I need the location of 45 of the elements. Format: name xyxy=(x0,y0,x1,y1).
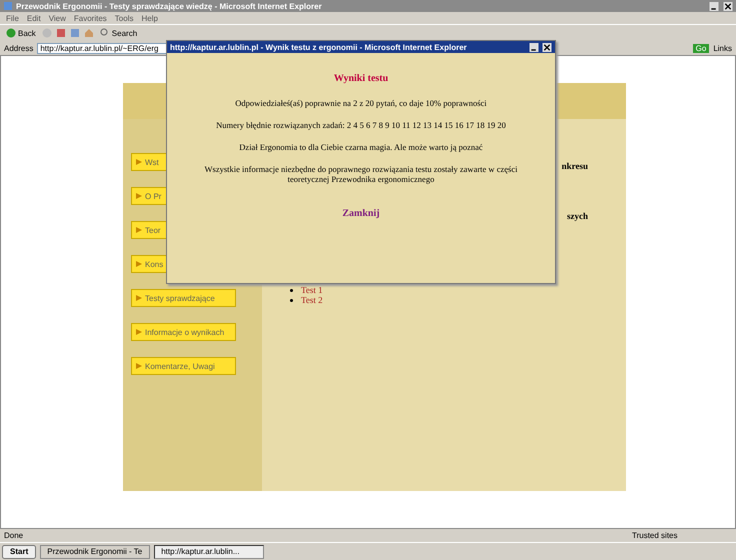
links-label[interactable]: Links xyxy=(713,44,732,52)
result-text: Odpowiedziałeś(aś) poprawnie na 2 z 20 pytań, co daje 10% poprawności xyxy=(235,98,487,108)
triangle-icon xyxy=(136,363,142,369)
minimize-button[interactable] xyxy=(529,42,539,52)
zone-text: Trusted sites xyxy=(632,531,678,540)
address-label: Address xyxy=(4,44,34,52)
triangle-icon xyxy=(136,261,142,267)
result-text: Wszystkie informacje niezbędne do poprawnego rozwiązania testu zostały zawarte w części teoretycznej Przewodnika ergonomicznego xyxy=(204,164,518,184)
close-button[interactable] xyxy=(723,2,733,10)
triangle-icon xyxy=(136,193,142,199)
menu-item[interactable]: Favorites xyxy=(74,14,107,22)
triangle-icon xyxy=(136,295,142,301)
go-button[interactable]: Go xyxy=(692,44,710,52)
browser-icon xyxy=(3,1,13,11)
nav-button[interactable]: Komentarze, Uwagi xyxy=(131,357,236,375)
search-icon xyxy=(100,28,110,38)
menu-item[interactable]: Help xyxy=(141,14,158,22)
menu-item[interactable]: Edit xyxy=(26,14,41,22)
taskbar-button[interactable]: http://kaptur.ar.lublin... xyxy=(154,544,264,558)
heading-fragment: nkresu xyxy=(562,161,588,171)
triangle-icon xyxy=(136,329,142,335)
bullet-icon xyxy=(290,298,293,302)
result-text: Dział Ergonomia to dla Ciebie czarna magia. Ale może warto ją poznać xyxy=(239,142,483,152)
status-text: Done xyxy=(4,531,24,540)
heading-fragment: szych xyxy=(567,211,588,221)
result-heading: Wyniki testu xyxy=(334,73,388,84)
result-text: Numery błędnie rozwiązanych zadań: 2 4 5 6 7 8 9 10 11 12 13 14 15 16 17 18 19 20 xyxy=(216,120,506,130)
triangle-icon xyxy=(136,159,142,165)
triangle-icon xyxy=(136,227,142,233)
window-title: Przewodnik Ergonomii - Testy sprawdzające wiedzę - Microsoft Internet Explorer xyxy=(16,2,322,10)
test-link[interactable]: Test 2 xyxy=(301,295,323,305)
start-button[interactable]: Start xyxy=(2,544,36,558)
search-button[interactable]: Search xyxy=(98,28,140,38)
back-button[interactable]: Back xyxy=(4,28,38,38)
menu-item[interactable]: Tools xyxy=(114,14,134,22)
nav-button[interactable]: Testy sprawdzające xyxy=(131,289,236,307)
test-link[interactable]: Test 1 xyxy=(301,285,323,295)
close-button[interactable] xyxy=(542,42,552,52)
menu-item[interactable]: File xyxy=(6,14,19,22)
nav-button[interactable]: Informacje o wynikach xyxy=(131,323,236,341)
minimize-button[interactable] xyxy=(709,2,719,10)
close-link[interactable]: Zamknij xyxy=(342,208,380,219)
menu-item[interactable]: View xyxy=(48,14,66,22)
taskbar-button[interactable]: Przewodnik Ergonomii - Te xyxy=(40,544,150,558)
bullet-icon xyxy=(290,288,293,292)
